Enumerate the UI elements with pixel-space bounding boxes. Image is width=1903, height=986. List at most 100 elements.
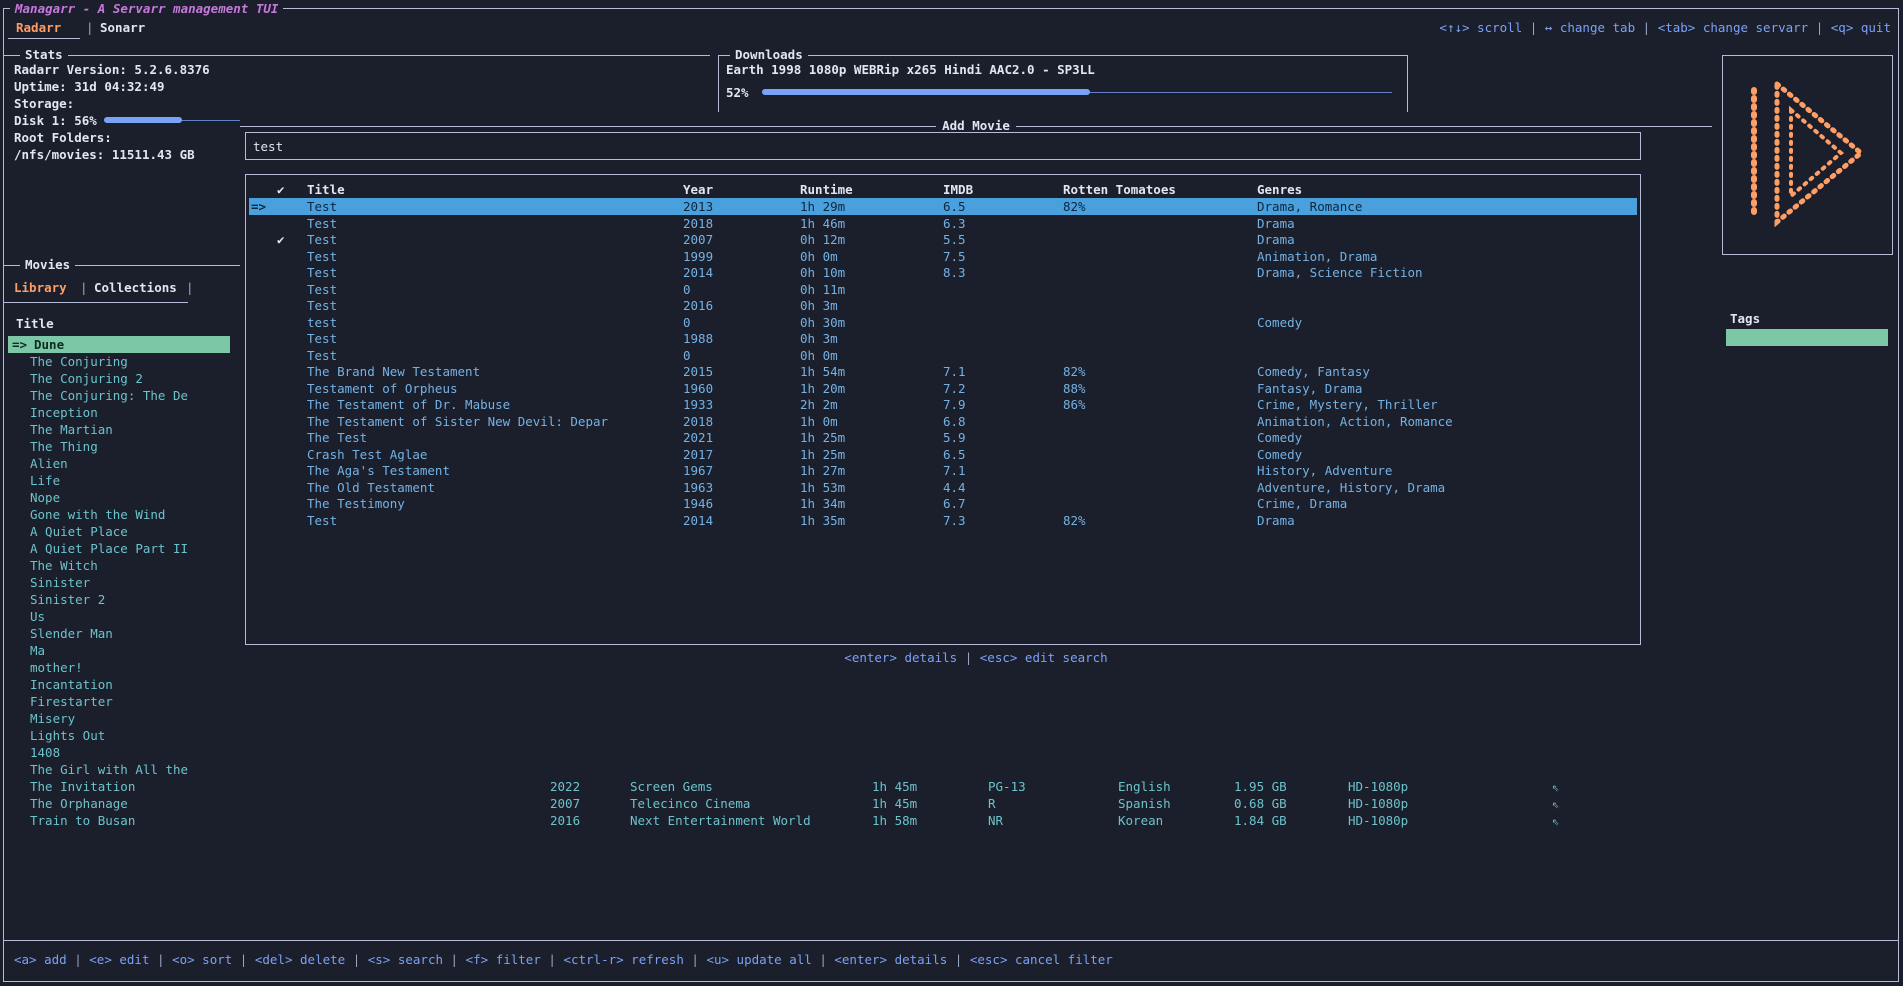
- modal-title: Add Movie: [936, 118, 1016, 133]
- movie-list-item[interactable]: Firestarter: [8, 693, 230, 710]
- imdb-rating-cell: 6.5: [943, 198, 966, 215]
- movie-result-row[interactable]: The Testimony19461h 34m6.7Crime, Drama: [249, 495, 1637, 512]
- movie-title-cell: Test: [307, 198, 337, 215]
- movie-table-row[interactable]: 2022Screen Gems1h 45mPG-13English1.95 GB…: [540, 778, 1712, 795]
- tab-sonarr[interactable]: Sonarr: [100, 20, 145, 35]
- year-cell: 1988: [683, 330, 713, 347]
- runtime-cell: 1h 29m: [800, 198, 845, 215]
- disk-usage-bar: [104, 113, 244, 128]
- studio-cell: Telecinco Cinema: [630, 795, 750, 812]
- tab-collections[interactable]: Collections: [94, 280, 177, 295]
- runtime-cell: 1h 58m: [872, 812, 917, 829]
- movie-result-row[interactable]: The Testament of Dr. Mabuse19332h 2m7.98…: [249, 396, 1637, 413]
- genres-cell: Animation, Action, Romance: [1257, 413, 1453, 430]
- movie-list-item[interactable]: Inception: [8, 404, 230, 421]
- column-header: Rotten Tomatoes: [1063, 182, 1176, 197]
- stats-storage-label: Storage:: [14, 96, 74, 111]
- movie-list-item[interactable]: The Girl with All the: [8, 761, 230, 778]
- movie-result-row[interactable]: The Old Testament19631h 53m4.4Adventure,…: [249, 479, 1637, 496]
- imdb-rating-cell: 4.4: [943, 479, 966, 496]
- movie-list-item[interactable]: Misery: [8, 710, 230, 727]
- movie-list-item[interactable]: Gone with the Wind: [8, 506, 230, 523]
- movie-result-row[interactable]: Test20140h 10m8.3Drama, Science Fiction: [249, 264, 1637, 281]
- movie-list-item[interactable]: Ma: [8, 642, 230, 659]
- movie-result-row[interactable]: Test19990h 0m7.5Animation, Drama: [249, 248, 1637, 265]
- genres-cell: History, Adventure: [1257, 462, 1392, 479]
- stats-panel-border: [3, 55, 710, 56]
- movie-list-item[interactable]: Lights Out: [8, 727, 230, 744]
- movie-table-row[interactable]: 2007Telecinco Cinema1h 45mRSpanish0.68 G…: [540, 795, 1712, 812]
- movie-list-item[interactable]: The Invitation: [8, 778, 230, 795]
- imdb-rating-cell: 5.5: [943, 231, 966, 248]
- movie-list-item[interactable]: The Conjuring: The De: [8, 387, 230, 404]
- movie-title-cell: The Brand New Testament: [307, 363, 480, 380]
- movie-list-item[interactable]: The Conjuring: [8, 353, 230, 370]
- size-cell: 0.68 GB: [1234, 795, 1287, 812]
- movie-list-item[interactable]: 1408: [8, 744, 230, 761]
- movie-result-row[interactable]: The Testament of Sister New Devil: Depar…: [249, 413, 1637, 430]
- movie-result-row[interactable]: Test19880h 3m: [249, 330, 1637, 347]
- movie-list-item[interactable]: Sinister: [8, 574, 230, 591]
- year-cell: 2018: [683, 413, 713, 430]
- movie-list-item[interactable]: The Conjuring 2: [8, 370, 230, 387]
- managarr-app: { "app": { "title": "Managarr - A Servar…: [0, 0, 1903, 986]
- rotten-tomatoes-cell: 88%: [1063, 380, 1086, 397]
- movie-list-item[interactable]: Incantation: [8, 676, 230, 693]
- runtime-cell: 0h 0m: [800, 248, 838, 265]
- movie-list-item[interactable]: The Orphanage: [8, 795, 230, 812]
- movie-result-row[interactable]: The Brand New Testament20151h 54m7.182%C…: [249, 363, 1637, 380]
- genres-cell: Fantasy, Drama: [1257, 380, 1362, 397]
- movie-search-input[interactable]: [253, 134, 1633, 158]
- help-separator: |: [957, 650, 980, 665]
- movie-list-item[interactable]: Train to Busan: [8, 812, 230, 829]
- rotten-tomatoes-cell: 82%: [1063, 198, 1086, 215]
- movie-list-item[interactable]: mother!: [8, 659, 230, 676]
- runtime-cell: 0h 10m: [800, 264, 845, 281]
- movie-list-item[interactable]: Life: [8, 472, 230, 489]
- movie-list-item[interactable]: The Witch: [8, 557, 230, 574]
- movie-result-row[interactable]: Testament of Orpheus19601h 20m7.288%Fant…: [249, 380, 1637, 397]
- movie-result-row[interactable]: Crash Test Aglae20171h 25m6.5Comedy: [249, 446, 1637, 463]
- movie-list-item[interactable]: Slender Man: [8, 625, 230, 642]
- movie-result-row[interactable]: Test00h 11m: [249, 281, 1637, 298]
- movie-result-row[interactable]: ✔Test20070h 12m5.5Drama: [249, 231, 1637, 248]
- movie-result-row[interactable]: The Test20211h 25m5.9Comedy: [249, 429, 1637, 446]
- movie-result-row[interactable]: Test20181h 46m6.3Drama: [249, 215, 1637, 232]
- app-title: Managarr - A Servarr management TUI: [10, 1, 283, 16]
- column-header: Genres: [1257, 182, 1302, 197]
- tags-field[interactable]: [1726, 329, 1888, 346]
- movies-tab-separator: |: [80, 280, 88, 295]
- year-cell: 2007: [550, 795, 580, 812]
- movie-list-item[interactable]: A Quiet Place Part II: [8, 540, 230, 557]
- tab-library[interactable]: Library: [14, 280, 67, 295]
- movie-list-item[interactable]: =>Dune: [8, 336, 230, 353]
- tab-radarr[interactable]: Radarr: [16, 20, 61, 35]
- top-help-bar: <↑↓> scroll | ↔ change tab | <tab> chang…: [1439, 20, 1891, 35]
- movie-result-row[interactable]: Test20141h 35m7.382%Drama: [249, 512, 1637, 529]
- movie-list-item[interactable]: The Thing: [8, 438, 230, 455]
- runtime-cell: 1h 34m: [800, 495, 845, 512]
- year-cell: 1960: [683, 380, 713, 397]
- key-hint: <enter> details: [834, 952, 947, 967]
- downloads-panel-label: Downloads: [730, 47, 808, 62]
- movie-list-item[interactable]: Sinister 2: [8, 591, 230, 608]
- help-separator: |: [232, 952, 255, 967]
- movie-result-row[interactable]: =>Test20131h 29m6.582%Drama, Romance: [249, 198, 1637, 215]
- tag-icon: ⇖: [1552, 812, 1560, 829]
- movie-table-row[interactable]: 2016Next Entertainment World1h 58mNRKore…: [540, 812, 1712, 829]
- movie-result-row[interactable]: test00h 30mComedy: [249, 314, 1637, 331]
- movie-result-row[interactable]: Test20160h 3m: [249, 297, 1637, 314]
- movie-list-item[interactable]: Nope: [8, 489, 230, 506]
- year-cell: 1999: [683, 248, 713, 265]
- key-hint: <esc> cancel filter: [970, 952, 1113, 967]
- movie-result-row[interactable]: The Aga's Testament19671h 27m7.1History,…: [249, 462, 1637, 479]
- movie-list-item[interactable]: A Quiet Place: [8, 523, 230, 540]
- movie-result-row[interactable]: Test00h 0m: [249, 347, 1637, 364]
- movie-list-item[interactable]: Us: [8, 608, 230, 625]
- stats-root-folders-label: Root Folders:: [14, 130, 112, 145]
- key-hint: <q> quit: [1831, 20, 1891, 35]
- genres-cell: Comedy: [1257, 429, 1302, 446]
- movie-list-item[interactable]: Alien: [8, 455, 230, 472]
- key-hint: <del> delete: [255, 952, 345, 967]
- movie-list-item[interactable]: The Martian: [8, 421, 230, 438]
